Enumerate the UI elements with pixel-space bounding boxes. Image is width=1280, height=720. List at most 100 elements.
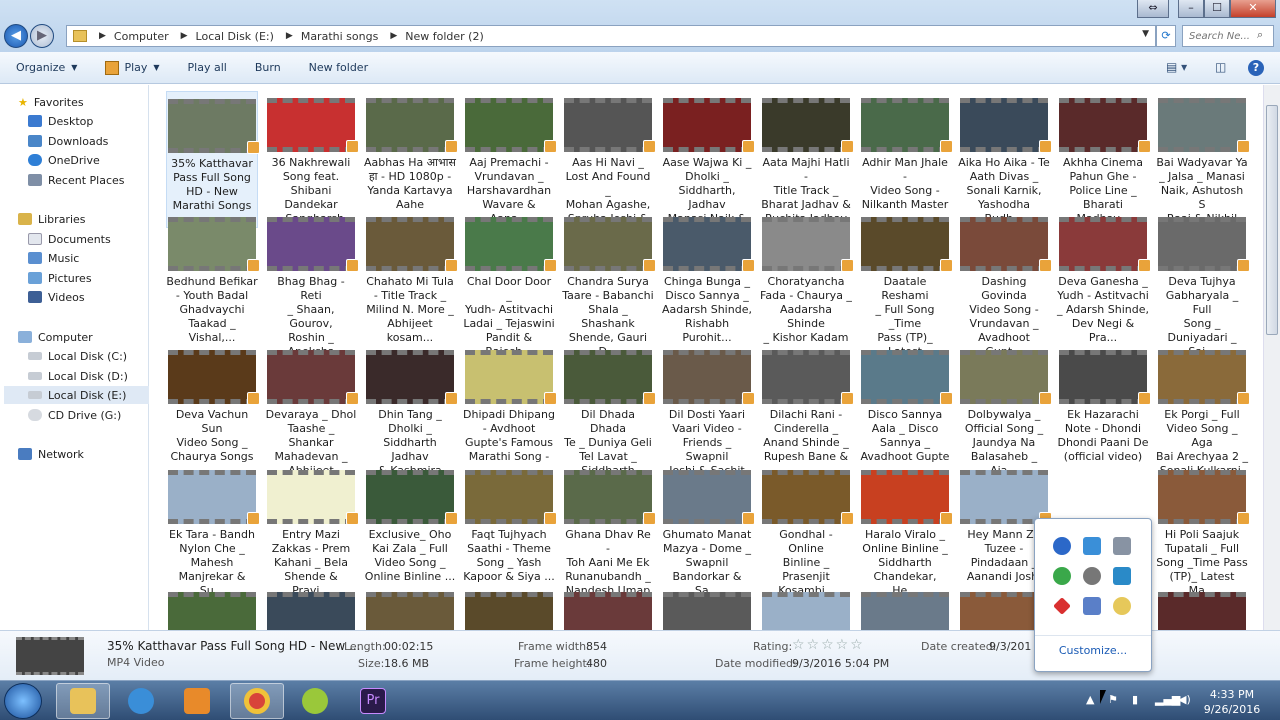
security-tray-icon[interactable] — [1053, 597, 1071, 615]
taskbar-ie[interactable] — [114, 683, 168, 719]
breadcrumb-computer[interactable]: ▶ Computer — [93, 30, 175, 43]
new-folder-button[interactable]: New folder — [301, 52, 376, 84]
nav-local-disk-c[interactable]: Local Disk (C:) — [28, 347, 127, 365]
file-item[interactable] — [364, 585, 456, 630]
nav-local-disk-d[interactable]: Local Disk (D:) — [28, 367, 128, 385]
breadcrumb-marathi-songs[interactable]: ▶ Marathi songs — [280, 30, 384, 43]
file-item[interactable] — [463, 585, 555, 630]
file-item[interactable]: Deva Tujhya Gabharyala _ Full Song _ Duniya… — [1156, 210, 1250, 359]
back-button[interactable]: ◀ — [4, 24, 28, 48]
file-item[interactable]: Dilachi Rani - Cinderella _ Anand Shinde _… — [760, 343, 854, 478]
app-tray-icon[interactable] — [1083, 537, 1101, 555]
rating-stars[interactable]: ☆☆☆☆☆ — [792, 637, 865, 653]
taskbar-chrome[interactable] — [230, 683, 284, 719]
nav-onedrive[interactable]: OneDrive — [28, 151, 100, 169]
close-button[interactable]: ✕ — [1230, 0, 1276, 18]
file-item[interactable] — [562, 585, 654, 630]
file-item[interactable]: Disco Sannya Aala _ Disco Sannya _ Avadhoot… — [859, 343, 953, 464]
signal-icon[interactable]: ▂▄▆ — [1155, 693, 1180, 706]
show-hidden-icons-button[interactable]: ▲ — [1086, 693, 1094, 706]
action-center-icon[interactable]: ⚑ — [1108, 693, 1118, 706]
organize-button[interactable]: Organize ▼ — [8, 52, 85, 84]
nav-videos[interactable]: Videos — [28, 288, 85, 306]
file-item[interactable]: Ghana Dhav Re - Toh Aani Me Ek Runanubandh… — [562, 463, 656, 598]
breadcrumb-drive[interactable]: ▶ Local Disk (E:) — [175, 30, 280, 43]
taskbar-premiere[interactable]: Pr — [346, 683, 400, 719]
display-tray-icon[interactable] — [1113, 537, 1131, 555]
nav-downloads[interactable]: Downloads — [28, 132, 108, 150]
restore-width-button[interactable]: ⇔ — [1137, 0, 1169, 18]
burn-button[interactable]: Burn — [247, 52, 289, 84]
nav-recent-places[interactable]: Recent Places — [28, 171, 125, 189]
update-tray-icon[interactable] — [1113, 597, 1131, 615]
file-item[interactable] — [1156, 585, 1248, 630]
file-item[interactable]: Chahato Mi Tula - Title Track _ Milind N. … — [364, 210, 458, 345]
file-item[interactable]: Dolbywalya _ Official Song _ Jaundya Na Bal… — [958, 343, 1052, 478]
clock[interactable]: 4:33 PM 9/26/2016 — [1200, 687, 1264, 717]
start-button[interactable] — [4, 683, 42, 719]
breadcrumb-new-folder[interactable]: ▶ New folder (2) — [384, 30, 489, 43]
help-icon[interactable]: ? — [1248, 60, 1264, 76]
minimize-button[interactable]: – — [1178, 0, 1204, 18]
nav-network[interactable]: Network — [18, 445, 84, 463]
customize-link[interactable]: Customize... — [1035, 635, 1151, 657]
power-icon[interactable]: ▮ — [1132, 693, 1138, 706]
nav-documents[interactable]: Documents — [28, 230, 111, 248]
play-all-button[interactable]: Play all — [180, 52, 235, 84]
nav-music[interactable]: Music — [28, 249, 79, 267]
nav-favorites[interactable]: ★ Favorites — [18, 93, 84, 111]
file-item[interactable] — [265, 585, 357, 630]
taskbar-app[interactable] — [288, 683, 342, 719]
file-item[interactable]: Chal Door Door _ Yudh- Astitvachi Ladai _ … — [463, 210, 557, 359]
file-item[interactable]: Aika Ho Aika - Te Aath Divas _ Sonali Karn… — [958, 91, 1052, 226]
file-item[interactable]: Exclusive_ Oho Kai Zala _ Full Video Song … — [364, 463, 458, 584]
scrollbar-thumb[interactable] — [1266, 105, 1278, 335]
taskbar-media-player[interactable] — [170, 683, 224, 719]
volume-icon[interactable]: ◀) — [1178, 693, 1191, 706]
file-item[interactable]: Deva Ganesha _ Yudh - Astitvachi _ Adarsh … — [1057, 210, 1151, 345]
file-item[interactable]: Ghumato Manat Mazya - Dome _ Swapnil Bandor… — [661, 463, 755, 598]
file-item[interactable]: Faqt Tujhyach Saathi - Theme Song _ Yash Ka… — [463, 463, 557, 584]
play-button[interactable]: Play ▼ — [97, 52, 167, 84]
file-item[interactable]: Dhipadi Dhipang - Avdhoot Gupte's Famous Ma… — [463, 343, 557, 478]
file-item[interactable]: Chinga Bunga _ Disco Sannya _ Aadarsh Shin… — [661, 210, 755, 345]
search-icon[interactable]: ⌕ — [1257, 28, 1263, 42]
bluetooth-icon[interactable] — [1053, 537, 1071, 555]
preview-pane-icon[interactable]: ◫ — [1215, 60, 1226, 74]
address-bar[interactable]: ▶ Computer ▶ Local Disk (E:) ▶ Marathi song… — [66, 25, 1156, 47]
file-item[interactable] — [760, 585, 852, 630]
file-item[interactable]: Aaj Premachi - Vrundavan _ Harshavardhan Wa… — [463, 91, 557, 226]
file-item[interactable]: Dashing Govinda Video Song - Vrundavan _ Av… — [958, 210, 1052, 359]
nav-desktop[interactable]: Desktop — [28, 112, 93, 130]
vertical-scrollbar[interactable] — [1263, 85, 1280, 630]
file-item[interactable] — [166, 585, 258, 630]
taskbar-explorer[interactable] — [56, 683, 110, 719]
file-item[interactable]: Akhha Cinema Pahun Ghe - Police Line _ Bhar… — [1057, 91, 1151, 226]
file-item[interactable]: Hi Poli Saajuk Tupatali _ Full Song _Time … — [1156, 463, 1250, 598]
nav-local-disk-e[interactable]: Local Disk (E:) — [4, 386, 149, 404]
forward-button[interactable]: ▶ — [30, 24, 54, 48]
sync-tray-icon[interactable] — [1053, 567, 1071, 585]
file-item[interactable]: 35% Katthavar Pass Full Song HD - New Marat… — [166, 91, 260, 228]
refresh-button[interactable]: ⟳ — [1156, 25, 1176, 47]
view-options-icon[interactable]: ▤ ▾ — [1166, 60, 1187, 74]
file-item[interactable]: Bedhund Befikar - Youth Badal Ghadvaychi Ta… — [166, 210, 260, 345]
file-item[interactable]: Choratyancha Fada - Chaurya _ Aadarsha Shi… — [760, 210, 854, 359]
nav-libraries[interactable]: Libraries — [18, 210, 86, 228]
file-item[interactable]: Ek Tara - Bandh Nylon Che _ Mahesh Manjreka… — [166, 463, 260, 598]
nav-computer[interactable]: Computer — [18, 328, 93, 346]
file-item[interactable]: Ek Hazarachi Note - Dhondi Dhondi Paani De… — [1057, 343, 1151, 464]
nav-pictures[interactable]: Pictures — [28, 269, 92, 287]
network-tray-icon[interactable] — [1113, 567, 1131, 585]
file-item[interactable] — [661, 585, 753, 630]
file-item[interactable]: Aabhas Ha आभास हा - HD 1080p - Yanda Karta… — [364, 91, 458, 212]
tools-tray-icon[interactable] — [1083, 597, 1101, 615]
file-item[interactable]: Entry Mazi Zakkas - Prem Kahani _ Bela Shen… — [265, 463, 359, 598]
chevron-down-icon[interactable]: ▼ — [1142, 29, 1149, 39]
file-item[interactable]: Haralo Viralo _ Online Binline _ Siddharth… — [859, 463, 953, 598]
nav-cd-drive[interactable]: CD Drive (G:) — [28, 406, 121, 424]
file-item[interactable]: Chandra Surya Taare - Babanchi Shala _ Sha… — [562, 210, 656, 359]
file-item[interactable] — [859, 585, 951, 630]
settings-tray-icon[interactable] — [1083, 567, 1101, 585]
maximize-button[interactable]: ☐ — [1204, 0, 1230, 18]
